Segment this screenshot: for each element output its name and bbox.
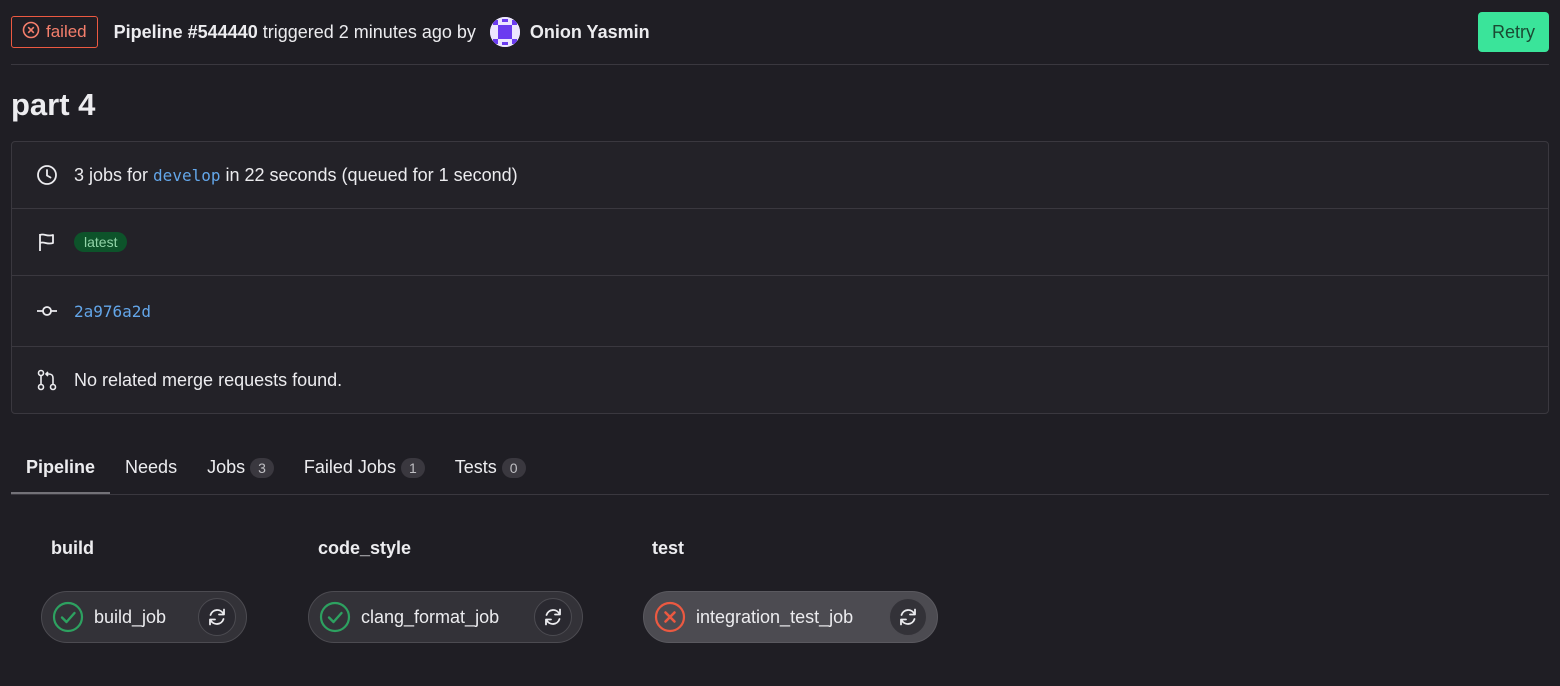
jobs-summary-row: 3 jobs for develop in 22 seconds (queued… (12, 142, 1548, 209)
tab-failed-jobs[interactable]: Failed Jobs 1 (289, 443, 440, 494)
retry-icon (209, 608, 225, 626)
stage-title-test: test (652, 538, 685, 558)
retry-job-button[interactable] (534, 598, 572, 636)
page-title: part 4 (11, 87, 96, 122)
author-name[interactable]: Onion Yasmin (530, 22, 650, 43)
success-status-icon (319, 601, 351, 633)
stage-title-build: build (51, 538, 94, 558)
tags-row: latest (12, 209, 1548, 276)
failed-status-icon (22, 21, 40, 44)
retry-job-button[interactable] (198, 598, 236, 636)
stage-title-code-style: code_style (318, 538, 412, 558)
merge-request-icon (36, 369, 58, 391)
status-label: failed (46, 22, 87, 41)
job-name: integration_test_job (696, 606, 854, 627)
tab-jobs[interactable]: Jobs 3 (192, 443, 289, 494)
job-clang-format[interactable]: clang_format_job (308, 591, 583, 643)
job-name: clang_format_job (361, 606, 500, 627)
commit-icon (36, 300, 58, 322)
job-name: build_job (94, 606, 167, 627)
clock-icon (36, 164, 58, 186)
pipeline-tabs: Pipeline Needs Jobs 3 Failed Jobs 1 Test… (11, 444, 1549, 495)
tab-label: Jobs (207, 457, 246, 477)
tab-label: Failed Jobs (303, 457, 396, 477)
pipeline-summary: Pipeline #544440 triggered 2 minutes ago… (114, 17, 650, 47)
tab-label: Tests (454, 457, 497, 477)
pipeline-page: failed Pipeline #544440 triggered 2 minu… (0, 0, 1560, 686)
pipeline-info-card: 3 jobs for develop in 22 seconds (queued… (11, 141, 1549, 414)
tab-tests[interactable]: Tests 0 (440, 443, 541, 494)
pipeline-id: Pipeline #544440 (113, 21, 258, 42)
retry-icon (900, 608, 916, 626)
commit-sha-link[interactable]: 2a976a2d (74, 302, 151, 321)
jobs-prefix: 3 jobs for (74, 164, 149, 185)
retry-button[interactable]: Retry (1477, 12, 1549, 52)
commit-row: 2a976a2d (12, 276, 1548, 347)
triggered-text: triggered 2 minutes ago by (262, 21, 476, 42)
job-build[interactable]: build_job (41, 591, 247, 643)
retry-job-button[interactable] (889, 598, 927, 636)
status-badge[interactable]: failed (11, 16, 98, 48)
tab-needs[interactable]: Needs (110, 443, 192, 494)
branch-link[interactable]: develop (153, 166, 220, 185)
retry-icon (545, 608, 561, 626)
failed-jobs-count-badge: 1 (400, 457, 425, 478)
flag-icon (36, 231, 58, 253)
tab-pipeline[interactable]: Pipeline (11, 443, 111, 494)
tests-count-badge: 0 (501, 457, 526, 478)
merge-requests-row: No related merge requests found. (12, 347, 1548, 413)
latest-badge: latest (74, 232, 128, 252)
merge-requests-text: No related merge requests found. (74, 369, 343, 390)
pipeline-header: failed Pipeline #544440 triggered 2 minu… (11, 0, 1549, 65)
job-integration-test[interactable]: integration_test_job (643, 591, 938, 643)
tab-label: Pipeline (26, 457, 96, 477)
avatar[interactable] (489, 17, 520, 47)
jobs-count-badge: 3 (250, 457, 274, 478)
success-status-icon (52, 601, 84, 633)
tab-label: Needs (125, 457, 178, 477)
jobs-suffix: in 22 seconds (queued for 1 second) (225, 164, 518, 185)
failed-status-icon (654, 601, 686, 633)
